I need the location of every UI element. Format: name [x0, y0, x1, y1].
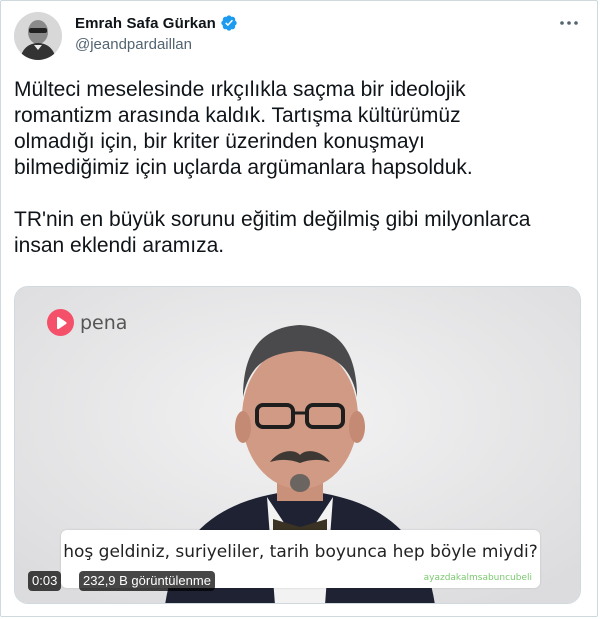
- tweet-text: Mülteci meselesinde ırkçılıkla saçma bir…: [14, 77, 589, 259]
- author-handle[interactable]: @jeandpardaillan: [75, 36, 192, 53]
- video-elapsed-time: 0:03: [28, 571, 62, 591]
- author-name-row: Emrah Safa Gürkan: [75, 14, 238, 32]
- tweet-paragraph-1: Mülteci meselesinde ırkçılıkla saçma bir…: [14, 78, 473, 179]
- video-view-count: 232,9 B görüntülenme: [79, 571, 215, 591]
- avatar-photo-icon: [14, 12, 62, 60]
- author-name[interactable]: Emrah Safa Gürkan: [75, 15, 216, 32]
- tweet-paragraph-2: TR'nin en büyük sorunu eğitim değilmiş g…: [14, 208, 531, 257]
- play-logo-icon: [47, 309, 74, 336]
- video-player[interactable]: pena hoş geldiniz, suriyeliler, tarih bo…: [14, 286, 581, 604]
- logo-text: pena: [80, 311, 128, 334]
- video-subtitle: hoş geldiniz, suriyeliler, tarih boyunca…: [63, 542, 538, 562]
- more-options-icon[interactable]: [559, 13, 579, 33]
- tweet-card: Emrah Safa Gürkan @jeandpardaillan Mülte…: [0, 0, 598, 617]
- watermark: ayazdakalmsabuncubeli: [423, 573, 532, 583]
- pena-logo: pena: [47, 309, 127, 336]
- author-avatar[interactable]: [14, 12, 62, 60]
- verified-badge-icon: [221, 15, 237, 31]
